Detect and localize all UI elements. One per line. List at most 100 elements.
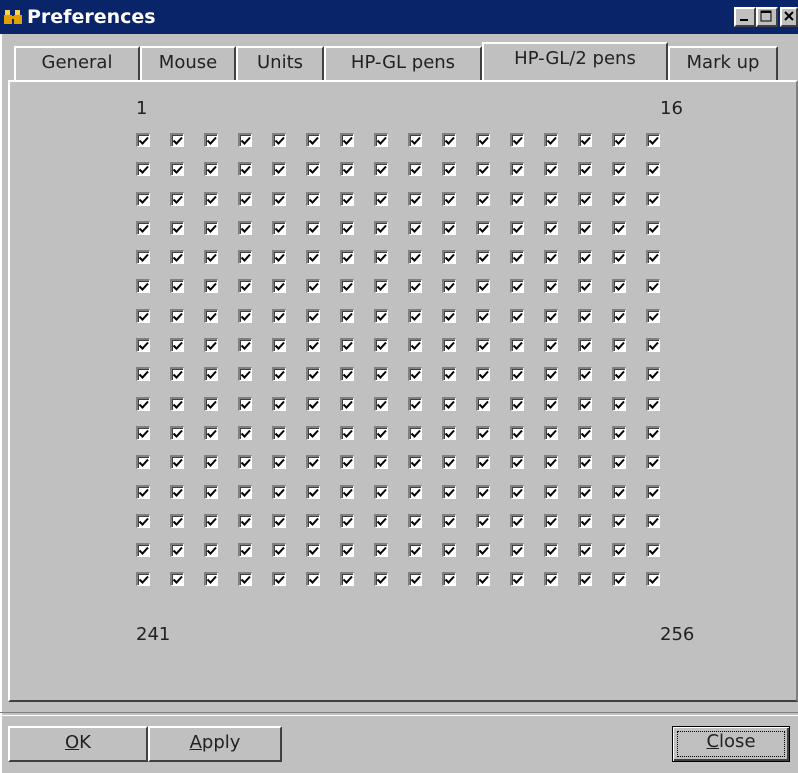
pen-checkbox-217[interactable] — [408, 513, 422, 528]
pen-checkbox-109[interactable] — [544, 308, 558, 323]
pen-checkbox-219[interactable] — [476, 513, 490, 528]
pen-checkbox-114[interactable] — [170, 338, 184, 353]
pen-checkbox-13[interactable] — [544, 133, 558, 147]
pen-checkbox-2[interactable] — [170, 133, 184, 147]
pen-checkbox-9[interactable] — [408, 133, 422, 147]
pen-checkbox-190[interactable] — [578, 455, 592, 470]
pen-checkbox-199[interactable] — [340, 484, 354, 499]
pen-checkbox-180[interactable] — [238, 455, 252, 470]
pen-checkbox-96[interactable] — [646, 279, 660, 294]
pen-checkbox-43[interactable] — [476, 191, 490, 206]
pen-checkbox-116[interactable] — [238, 338, 252, 353]
pen-checkbox-115[interactable] — [204, 338, 218, 353]
pen-checkbox-221[interactable] — [544, 513, 558, 528]
pen-checkbox-33[interactable] — [136, 191, 150, 206]
pen-checkbox-145[interactable] — [136, 396, 150, 411]
pen-checkbox-206[interactable] — [578, 484, 592, 499]
pen-checkbox-57[interactable] — [408, 220, 422, 235]
pen-checkbox-230[interactable] — [306, 543, 320, 558]
pen-checkbox-173[interactable] — [544, 425, 558, 440]
pen-checkbox-159[interactable] — [612, 396, 626, 411]
pen-checkbox-123[interactable] — [476, 338, 490, 353]
pen-checkbox-77[interactable] — [544, 250, 558, 265]
pen-checkbox-54[interactable] — [306, 220, 320, 235]
pen-checkbox-61[interactable] — [544, 220, 558, 235]
pen-checkbox-92[interactable] — [510, 279, 524, 294]
pen-checkbox-81[interactable] — [136, 279, 150, 294]
pen-checkbox-19[interactable] — [204, 162, 218, 177]
pen-checkbox-232[interactable] — [374, 543, 388, 558]
pen-checkbox-195[interactable] — [204, 484, 218, 499]
pen-checkbox-37[interactable] — [272, 191, 286, 206]
pen-checkbox-142[interactable] — [578, 367, 592, 382]
pen-checkbox-65[interactable] — [136, 250, 150, 265]
pen-checkbox-226[interactable] — [170, 543, 184, 558]
pen-checkbox-129[interactable] — [136, 367, 150, 382]
pen-checkbox-5[interactable] — [272, 133, 286, 147]
pen-checkbox-102[interactable] — [306, 308, 320, 323]
pen-checkbox-35[interactable] — [204, 191, 218, 206]
pen-checkbox-178[interactable] — [170, 455, 184, 470]
pen-checkbox-69[interactable] — [272, 250, 286, 265]
pen-checkbox-20[interactable] — [238, 162, 252, 177]
pen-checkbox-87[interactable] — [340, 279, 354, 294]
pen-checkbox-201[interactable] — [408, 484, 422, 499]
pen-checkbox-192[interactable] — [646, 455, 660, 470]
pen-checkbox-149[interactable] — [272, 396, 286, 411]
pen-checkbox-155[interactable] — [476, 396, 490, 411]
pen-checkbox-162[interactable] — [170, 425, 184, 440]
pen-checkbox-83[interactable] — [204, 279, 218, 294]
pen-checkbox-244[interactable] — [238, 572, 252, 587]
pen-checkbox-132[interactable] — [238, 367, 252, 382]
pen-checkbox-4[interactable] — [238, 133, 252, 147]
pen-checkbox-58[interactable] — [442, 220, 456, 235]
pen-checkbox-198[interactable] — [306, 484, 320, 499]
pen-checkbox-240[interactable] — [646, 543, 660, 558]
pen-checkbox-175[interactable] — [612, 425, 626, 440]
pen-checkbox-241[interactable] — [136, 572, 150, 587]
pen-checkbox-124[interactable] — [510, 338, 524, 353]
pen-checkbox-49[interactable] — [136, 220, 150, 235]
pen-checkbox-85[interactable] — [272, 279, 286, 294]
pen-checkbox-189[interactable] — [544, 455, 558, 470]
pen-checkbox-237[interactable] — [544, 543, 558, 558]
pen-checkbox-34[interactable] — [170, 191, 184, 206]
pen-checkbox-103[interactable] — [340, 308, 354, 323]
pen-checkbox-169[interactable] — [408, 425, 422, 440]
pen-checkbox-181[interactable] — [272, 455, 286, 470]
pen-checkbox-183[interactable] — [340, 455, 354, 470]
pen-checkbox-1[interactable] — [136, 133, 150, 147]
pen-checkbox-50[interactable] — [170, 220, 184, 235]
pen-checkbox-197[interactable] — [272, 484, 286, 499]
pen-checkbox-12[interactable] — [510, 133, 524, 147]
pen-checkbox-223[interactable] — [612, 513, 626, 528]
pen-checkbox-30[interactable] — [578, 162, 592, 177]
pen-checkbox-130[interactable] — [170, 367, 184, 382]
pen-checkbox-46[interactable] — [578, 191, 592, 206]
pen-checkbox-170[interactable] — [442, 425, 456, 440]
pen-checkbox-51[interactable] — [204, 220, 218, 235]
pen-checkbox-144[interactable] — [646, 367, 660, 382]
pen-checkbox-122[interactable] — [442, 338, 456, 353]
pen-checkbox-18[interactable] — [170, 162, 184, 177]
pen-checkbox-71[interactable] — [340, 250, 354, 265]
pen-checkbox-137[interactable] — [408, 367, 422, 382]
pen-checkbox-146[interactable] — [170, 396, 184, 411]
pen-checkbox-165[interactable] — [272, 425, 286, 440]
pen-checkbox-205[interactable] — [544, 484, 558, 499]
pen-checkbox-8[interactable] — [374, 133, 388, 147]
pen-checkbox-120[interactable] — [374, 338, 388, 353]
pen-checkbox-15[interactable] — [612, 133, 626, 147]
pen-checkbox-253[interactable] — [544, 572, 558, 587]
pen-checkbox-38[interactable] — [306, 191, 320, 206]
pen-checkbox-136[interactable] — [374, 367, 388, 382]
pen-checkbox-97[interactable] — [136, 308, 150, 323]
pen-checkbox-52[interactable] — [238, 220, 252, 235]
pen-checkbox-233[interactable] — [408, 543, 422, 558]
pen-checkbox-166[interactable] — [306, 425, 320, 440]
pen-checkbox-98[interactable] — [170, 308, 184, 323]
pen-checkbox-63[interactable] — [612, 220, 626, 235]
title-bar[interactable]: Preferences — [0, 0, 798, 34]
pen-checkbox-108[interactable] — [510, 308, 524, 323]
pen-checkbox-112[interactable] — [646, 308, 660, 323]
